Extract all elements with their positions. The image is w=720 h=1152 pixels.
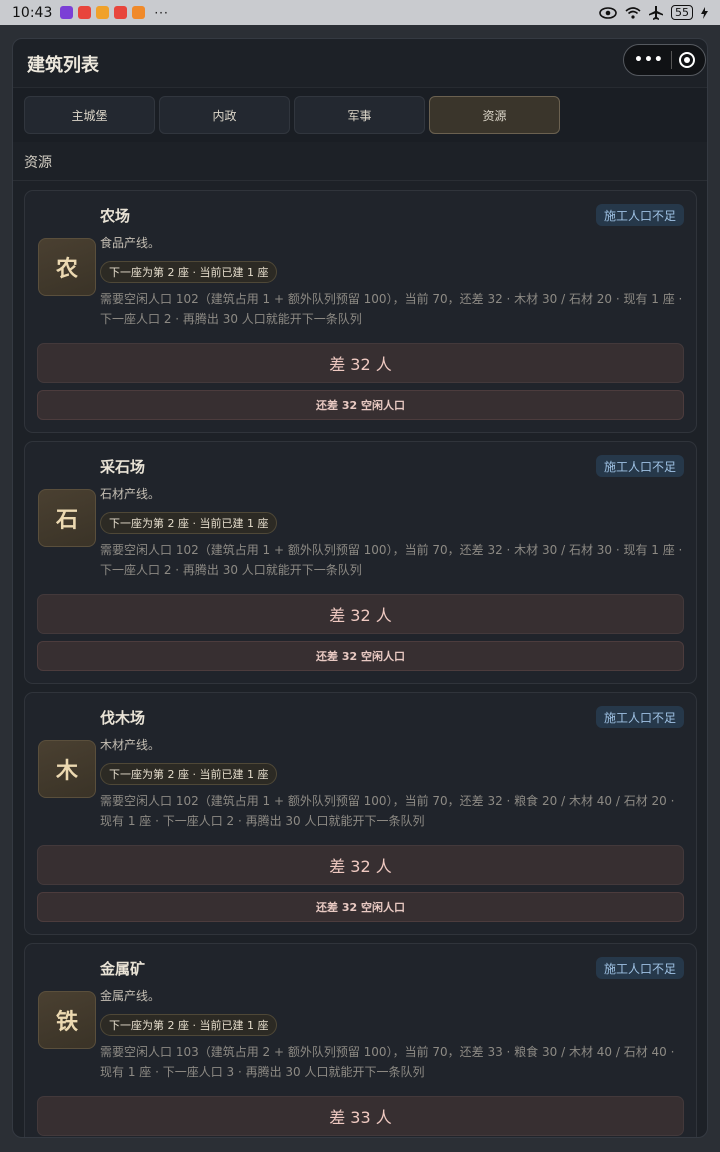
section-title: 资源	[24, 155, 52, 171]
page-title: 建筑列表	[27, 55, 99, 76]
building-name: 采石场	[100, 458, 146, 476]
wifi-icon	[625, 6, 641, 19]
more-options-button[interactable]: •••	[634, 52, 664, 68]
panel-header: 建筑列表 关闭 •••	[13, 39, 707, 87]
iron-icon: 铁	[38, 991, 96, 1049]
building-name: 金属矿	[100, 960, 146, 978]
charging-icon	[701, 6, 708, 19]
farm-icon: 农	[38, 238, 96, 296]
status-badge: 施工人口不足	[595, 455, 684, 477]
requirement-detail: 需要空闲人口 102（建筑占用 1 + 额外队列预留 100），当前 70，还差…	[100, 543, 683, 577]
tab-domestic[interactable]: 内政	[159, 96, 290, 134]
tab-main-castle[interactable]: 主城堡	[24, 96, 155, 134]
build-count-pill: 下一座为第 2 座 · 当前已建 1 座	[100, 763, 278, 785]
build-button[interactable]: 差 32 人	[37, 845, 684, 885]
build-button[interactable]: 差 32 人	[37, 594, 684, 634]
building-description: 金属产线。	[100, 989, 161, 1003]
tab-resources[interactable]: 资源	[429, 96, 560, 134]
wood-icon: 木	[38, 740, 96, 798]
population-shortage-button[interactable]: 还差 32 空闲人口	[37, 892, 684, 922]
tab-military[interactable]: 军事	[294, 96, 425, 134]
requirement-detail: 需要空闲人口 102（建筑占用 1 + 额外队列预留 100），当前 70，还差…	[100, 794, 675, 828]
more-notifications-icon: ···	[154, 5, 169, 20]
build-button[interactable]: 差 32 人	[37, 343, 684, 383]
building-description: 食品产线。	[100, 236, 161, 250]
build-button[interactable]: 差 33 人	[37, 1096, 684, 1136]
build-count-pill: 下一座为第 2 座 · 当前已建 1 座	[100, 261, 278, 283]
building-card-quarry: 石 采石场 施工人口不足 石材产线。 下一座为第 2 座 · 当前已建 1 座 …	[24, 441, 697, 684]
status-badge: 施工人口不足	[595, 957, 684, 979]
building-card-metal-mine: 铁 金属矿 施工人口不足 金属产线。 下一座为第 2 座 · 当前已建 1 座 …	[24, 943, 697, 1137]
weibo-icon	[78, 6, 92, 19]
airplane-icon	[649, 5, 663, 20]
mini-program-capsule: •••	[623, 44, 706, 76]
category-tabs: 主城堡 内政 军事 资源	[13, 87, 707, 142]
status-badge: 施工人口不足	[595, 204, 684, 226]
eye-icon	[599, 6, 617, 19]
build-count-pill: 下一座为第 2 座 · 当前已建 1 座	[100, 512, 278, 534]
app-notification-icon	[96, 6, 110, 19]
building-card-lumber-mill: 木 伐木场 施工人口不足 木材产线。 下一座为第 2 座 · 当前已建 1 座 …	[24, 692, 697, 935]
capsule-divider	[670, 51, 672, 69]
battery-indicator: 55	[671, 5, 693, 20]
building-name: 伐木场	[100, 709, 146, 727]
building-name: 农场	[100, 207, 131, 225]
building-list: 农 农场 施工人口不足 食品产线。 下一座为第 2 座 · 当前已建 1 座 需…	[13, 181, 707, 1137]
building-list-panel: 建筑列表 关闭 ••• 主城堡 内政 军事 资源 资源 农 农场 施工人口不足 …	[12, 38, 708, 1138]
requirement-detail: 需要空闲人口 103（建筑占用 2 + 额外队列预留 100），当前 70，还差…	[100, 1045, 675, 1079]
notification-icons: ···	[60, 6, 168, 20]
population-shortage-button[interactable]: 还差 32 空闲人口	[37, 390, 684, 420]
building-description: 木材产线。	[100, 738, 161, 752]
status-badge: 施工人口不足	[595, 706, 684, 728]
requirement-detail: 需要空闲人口 102（建筑占用 1 + 额外队列预留 100），当前 70，还差…	[100, 292, 683, 326]
status-time: 10:43	[12, 4, 53, 21]
exit-mini-program-icon[interactable]	[678, 52, 695, 68]
building-card-farm: 农 农场 施工人口不足 食品产线。 下一座为第 2 座 · 当前已建 1 座 需…	[24, 190, 697, 433]
stone-icon: 石	[38, 489, 96, 547]
status-bar: 10:43 ··· 55	[0, 0, 720, 25]
status-right: 55	[599, 5, 708, 20]
app-notification-icon	[132, 6, 146, 19]
build-count-pill: 下一座为第 2 座 · 当前已建 1 座	[100, 1014, 278, 1036]
weibo-icon	[114, 6, 128, 19]
building-description: 石材产线。	[100, 487, 161, 501]
app-notification-icon	[60, 6, 74, 19]
population-shortage-button[interactable]: 还差 32 空闲人口	[37, 641, 684, 671]
